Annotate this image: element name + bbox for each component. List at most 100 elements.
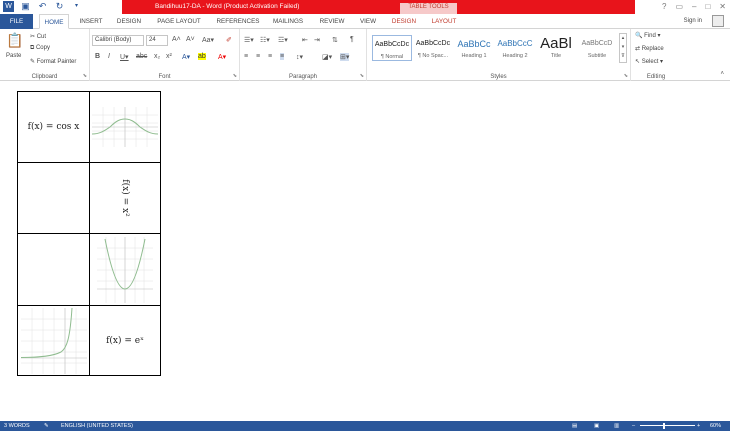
tab-page-layout[interactable]: PAGE LAYOUT	[152, 14, 206, 29]
style-heading-1[interactable]: AaBbCc Heading 1	[454, 35, 494, 59]
tab-home[interactable]: HOME	[39, 14, 69, 29]
tab-insert[interactable]: INSERT	[76, 14, 106, 29]
maximize-icon[interactable]: □	[705, 2, 710, 11]
subscript-icon[interactable]: x₂	[154, 53, 160, 60]
zoom-out-icon[interactable]: –	[632, 423, 635, 429]
close-icon[interactable]: ✕	[719, 2, 726, 11]
justify-icon[interactable]: ≡	[280, 53, 285, 60]
change-case-icon[interactable]: Aa▾	[202, 36, 214, 44]
tab-table-design[interactable]: DESIGN	[387, 14, 421, 29]
styles-scroll-icon[interactable]: ▴ ▾ ⊽	[619, 33, 627, 63]
style-no-spacing-name: ¶ No Spac...	[417, 53, 449, 59]
increase-indent-icon[interactable]: ⇥	[314, 36, 320, 44]
shrink-font-icon[interactable]: A˅	[186, 36, 195, 43]
style-no-spacing-preview: AaBbCcDc	[415, 40, 451, 47]
cell-cos-graph[interactable]	[89, 91, 161, 163]
highlight-icon[interactable]: ab	[198, 53, 206, 60]
style-subtitle[interactable]: AaBbCcD Subtitle	[577, 35, 617, 59]
multilevel-list-icon[interactable]: ☲▾	[278, 36, 288, 44]
style-normal[interactable]: AaBbCcDc ¶ Normal	[372, 35, 412, 61]
align-center-icon[interactable]: ≡	[256, 53, 260, 60]
cell-x2-graph[interactable]	[89, 233, 161, 306]
select-button[interactable]: ↖ Select ▾	[635, 58, 663, 65]
tab-view[interactable]: VIEW	[355, 14, 381, 29]
copy-button[interactable]: ⧉ Copy	[30, 45, 50, 52]
bold-icon[interactable]: B	[95, 53, 100, 60]
window-controls: ? ▭ – □ ✕	[662, 2, 726, 11]
help-icon[interactable]: ?	[662, 2, 666, 11]
tab-mailings[interactable]: MAILINGS	[268, 14, 308, 29]
paragraph-group-label: Paragraph	[288, 74, 318, 80]
font-size-box[interactable]: 24	[146, 35, 168, 46]
find-button[interactable]: 🔍 Find ▾	[635, 32, 661, 39]
style-heading-2[interactable]: AaBbCcC Heading 2	[495, 35, 535, 59]
style-normal-preview: AaBbCcDc	[374, 41, 410, 48]
font-launcher-icon[interactable]: ⬊	[233, 73, 237, 79]
decrease-indent-icon[interactable]: ⇤	[302, 36, 308, 44]
print-layout-icon[interactable]: ▣	[594, 423, 599, 429]
read-mode-icon[interactable]: ▤	[572, 423, 577, 429]
cell-empty-2[interactable]	[17, 233, 90, 306]
style-heading-1-preview: AaBbCc	[457, 39, 491, 49]
paste-icon[interactable]: 📋	[6, 32, 23, 49]
copy-label: Copy	[35, 45, 50, 51]
style-no-spacing[interactable]: AaBbCcDc ¶ No Spac...	[413, 35, 453, 59]
sort-icon[interactable]: ⇅	[332, 36, 338, 44]
ribbon-display-icon[interactable]: ▭	[675, 2, 683, 11]
numbering-icon[interactable]: ☷▾	[260, 36, 270, 44]
cell-empty[interactable]	[17, 162, 90, 234]
align-left-icon[interactable]: ≡	[244, 53, 248, 60]
cell-exp-graph[interactable]	[17, 305, 90, 376]
minimize-icon[interactable]: –	[692, 2, 696, 11]
clipboard-launcher-icon[interactable]: ⬊	[83, 73, 87, 79]
font-name-box[interactable]: Calibri (Body)	[92, 35, 144, 46]
replace-button[interactable]: ⇄ Replace	[635, 45, 664, 52]
format-painter-button[interactable]: ✎ Format Painter	[30, 58, 76, 65]
zoom-slider-thumb[interactable]	[663, 423, 665, 429]
clear-formatting-icon[interactable]: ✐	[226, 36, 232, 44]
zoom-in-icon[interactable]: +	[697, 423, 700, 429]
replace-label: Replace	[641, 46, 664, 52]
line-spacing-icon[interactable]: ↕▾	[296, 53, 303, 61]
editing-group: 🔍 Find ▾ ⇄ Replace ↖ Select ▾ Editing	[631, 29, 681, 81]
function-table[interactable]: f(x) = cos x f(x) = x² f(x) = eˣ	[17, 91, 161, 376]
text-effects-icon[interactable]: A▾	[182, 53, 190, 61]
font-color-icon[interactable]: A▾	[218, 53, 226, 61]
bullets-icon[interactable]: ☰▾	[244, 36, 254, 44]
cell-x2-label[interactable]: f(x) = x²	[89, 162, 161, 234]
cell-cos-label[interactable]: f(x) = cos x	[17, 91, 90, 163]
undo-icon[interactable]: ↶	[37, 1, 48, 12]
sign-in-link[interactable]: Sign in	[684, 18, 702, 24]
borders-icon[interactable]: ⊞▾	[340, 53, 350, 61]
style-title[interactable]: AaBl Title	[536, 35, 576, 59]
align-right-icon[interactable]: ≡	[268, 53, 272, 60]
tab-design[interactable]: DESIGN	[114, 14, 144, 29]
word-count[interactable]: 3 WORDS	[4, 423, 30, 429]
cut-button[interactable]: ✂ Cut	[30, 33, 46, 40]
tab-review[interactable]: REVIEW	[315, 14, 349, 29]
save-icon[interactable]: ▣	[20, 1, 31, 12]
show-formatting-icon[interactable]: ¶	[350, 36, 354, 43]
tab-file[interactable]: FILE	[0, 14, 33, 29]
italic-icon[interactable]: I	[108, 53, 110, 60]
strikethrough-icon[interactable]: abc	[136, 53, 147, 60]
customize-icon[interactable]: ▾	[71, 1, 82, 12]
avatar[interactable]	[712, 15, 724, 27]
proofing-icon[interactable]: ✎	[44, 423, 49, 429]
grow-font-icon[interactable]: A˄	[172, 36, 181, 43]
web-layout-icon[interactable]: ▥	[614, 423, 619, 429]
superscript-icon[interactable]: x²	[166, 53, 172, 60]
language-indicator[interactable]: ENGLISH (UNITED STATES)	[61, 423, 133, 429]
zoom-level[interactable]: 60%	[710, 423, 721, 429]
collapse-ribbon-icon[interactable]: ˄	[720, 71, 724, 77]
zoom-slider[interactable]	[640, 425, 695, 426]
cell-exp-label[interactable]: f(x) = eˣ	[89, 305, 161, 376]
styles-launcher-icon[interactable]: ⬊	[624, 73, 628, 79]
paste-button[interactable]: Paste	[6, 53, 21, 59]
tab-table-layout[interactable]: LAYOUT	[427, 14, 461, 29]
paragraph-launcher-icon[interactable]: ⬊	[360, 73, 364, 79]
underline-icon[interactable]: U▾	[120, 53, 129, 61]
shading-icon[interactable]: ◪▾	[322, 53, 332, 61]
tab-references[interactable]: REFERENCES	[213, 14, 263, 29]
redo-icon[interactable]: ↻	[54, 1, 65, 12]
